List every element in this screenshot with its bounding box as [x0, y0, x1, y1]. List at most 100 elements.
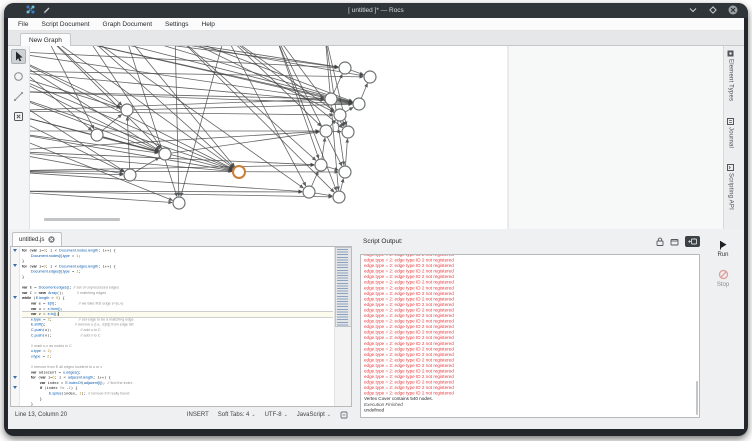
right-sidebar-tabs: Element Types Journal Scripting API	[723, 46, 744, 229]
delete-x-icon	[13, 111, 24, 122]
chevron-down-icon: ⌄	[284, 412, 288, 418]
stop-button[interactable]: Stop	[702, 269, 744, 288]
close-tab-icon[interactable]	[48, 236, 55, 243]
fold-marker[interactable]	[13, 386, 17, 389]
lock-icon[interactable]	[656, 237, 664, 246]
graph-node[interactable]	[325, 93, 337, 105]
chevron-down-icon: ⌄	[327, 412, 331, 418]
graph-node[interactable]	[320, 125, 332, 137]
delete-tool[interactable]	[11, 109, 26, 124]
chevron-down-icon: ⌄	[251, 412, 255, 418]
graph-node[interactable]	[342, 126, 354, 138]
script-output-label: Script Output:	[363, 238, 403, 245]
editor-tab-untitled-js[interactable]: untitled.js	[12, 232, 62, 246]
menu-help[interactable]: Help	[202, 21, 215, 28]
graph-scene[interactable]	[30, 46, 723, 229]
menu-file[interactable]: File	[18, 21, 28, 28]
pointer-icon	[14, 51, 24, 62]
graph-node[interactable]	[333, 191, 345, 203]
graph-toolbar	[8, 46, 30, 229]
soft-tabs-select[interactable]: Soft Tabs: 4⌄	[218, 412, 256, 418]
graph-edge[interactable]	[30, 51, 121, 107]
graph-edge[interactable]	[225, 46, 306, 186]
menu-script-document[interactable]: Script Document	[41, 21, 89, 28]
graph-node-selected[interactable]	[233, 166, 245, 178]
graph-node[interactable]	[339, 166, 351, 178]
graph-document-tabbar: New Graph	[8, 31, 744, 46]
detach-window-icon[interactable]	[670, 238, 679, 246]
code-line[interactable]: }	[22, 402, 333, 406]
editor-statusbar: Line 13, Column 20 INSERT Soft Tabs: 4⌄ …	[10, 407, 352, 422]
edge-line-icon	[13, 91, 24, 102]
create-edge-tool[interactable]	[11, 89, 26, 104]
run-play-icon	[718, 240, 728, 250]
fold-marker[interactable]	[13, 249, 17, 252]
graph-node[interactable]	[124, 169, 136, 181]
text-cursor	[58, 312, 59, 316]
graph-edge[interactable]	[30, 171, 338, 172]
graph-edge[interactable]	[30, 191, 302, 192]
script-output-console[interactable]: edge.type = 2: edge type ID 2 not regist…	[360, 254, 700, 418]
run-controls: Run Stop	[702, 229, 744, 429]
journal-icon	[727, 118, 734, 125]
graph-node[interactable]	[315, 159, 327, 171]
graph-node[interactable]	[364, 71, 376, 83]
menu-settings[interactable]: Settings	[165, 21, 189, 28]
minimize-button[interactable]	[688, 5, 698, 15]
graph-edge[interactable]	[30, 71, 363, 77]
maximize-button[interactable]	[708, 5, 718, 15]
graph-edge[interactable]	[30, 171, 302, 192]
language-select[interactable]: JavaScript⌄	[297, 412, 331, 418]
statusbar-settings-icon[interactable]	[340, 411, 348, 419]
create-node-tool[interactable]	[11, 69, 26, 84]
graph-node[interactable]	[334, 109, 346, 121]
output-scrollbar[interactable]	[696, 381, 699, 415]
insert-mode[interactable]: INSERT	[187, 412, 209, 418]
window-content: File Script Document Graph Document Setting…	[8, 18, 744, 429]
rocs-window: [ untitled ]* — Rocs File Script Document…	[4, 3, 748, 436]
screenshot-root: [ untitled ]* — Rocs File Script Document…	[0, 0, 752, 441]
close-button[interactable]	[728, 5, 738, 15]
fold-marker[interactable]	[13, 264, 17, 267]
console-toggle-button[interactable]	[685, 236, 700, 247]
menubar: File Script Document Graph Document Setting…	[8, 18, 744, 31]
encoding-select[interactable]: UTF-8⌄	[265, 412, 288, 418]
graph-canvas[interactable]	[30, 46, 723, 229]
graph-node[interactable]	[353, 98, 365, 110]
tab-element-types[interactable]: Element Types	[727, 50, 734, 101]
graph-node[interactable]	[339, 62, 351, 74]
fold-marker[interactable]	[13, 376, 17, 379]
tab-new-graph[interactable]: New Graph	[20, 33, 71, 46]
console-icon	[688, 238, 697, 245]
graph-node[interactable]	[303, 186, 315, 198]
code-area[interactable]: for (var i=0; i < Document.nodes.length;…	[22, 248, 333, 406]
titlebar[interactable]: [ untitled ]* — Rocs	[4, 3, 748, 18]
output-lines: edge.type = 2: edge type ID 2 not regist…	[364, 255, 693, 413]
editor-minimap[interactable]	[334, 247, 351, 406]
graph-edge[interactable]	[30, 111, 333, 115]
graph-edge[interactable]	[275, 46, 336, 190]
graph-node[interactable]	[121, 104, 133, 116]
cursor-position[interactable]: Line 13, Column 20	[15, 412, 67, 418]
script-editor[interactable]: for (var i=0; i < Document.nodes.length;…	[10, 246, 352, 407]
graph-edge[interactable]	[175, 46, 352, 102]
graph-node[interactable]	[91, 129, 103, 141]
graph-edge[interactable]	[181, 46, 225, 196]
graph-node[interactable]	[173, 197, 185, 209]
select-move-tool[interactable]	[11, 49, 26, 64]
graph-edge[interactable]	[125, 46, 338, 67]
fold-marker[interactable]	[13, 296, 17, 299]
element-types-icon	[727, 50, 734, 57]
code-fold-margin[interactable]	[11, 247, 20, 406]
edit-pen-icon	[43, 6, 51, 14]
graph-edge[interactable]	[175, 46, 179, 196]
tab-journal[interactable]: Journal	[727, 118, 734, 148]
canvas-horizontal-scrollbar[interactable]	[44, 218, 120, 221]
circle-icon	[13, 71, 24, 82]
menu-graph-document[interactable]: Graph Document	[103, 21, 153, 28]
run-button[interactable]: Run	[702, 240, 744, 258]
window-title: [ untitled ]* — Rocs	[4, 7, 748, 14]
tab-scripting-api[interactable]: Scripting API	[727, 164, 734, 210]
editor-tab-label: untitled.js	[19, 237, 44, 243]
graph-node[interactable]	[159, 148, 171, 160]
